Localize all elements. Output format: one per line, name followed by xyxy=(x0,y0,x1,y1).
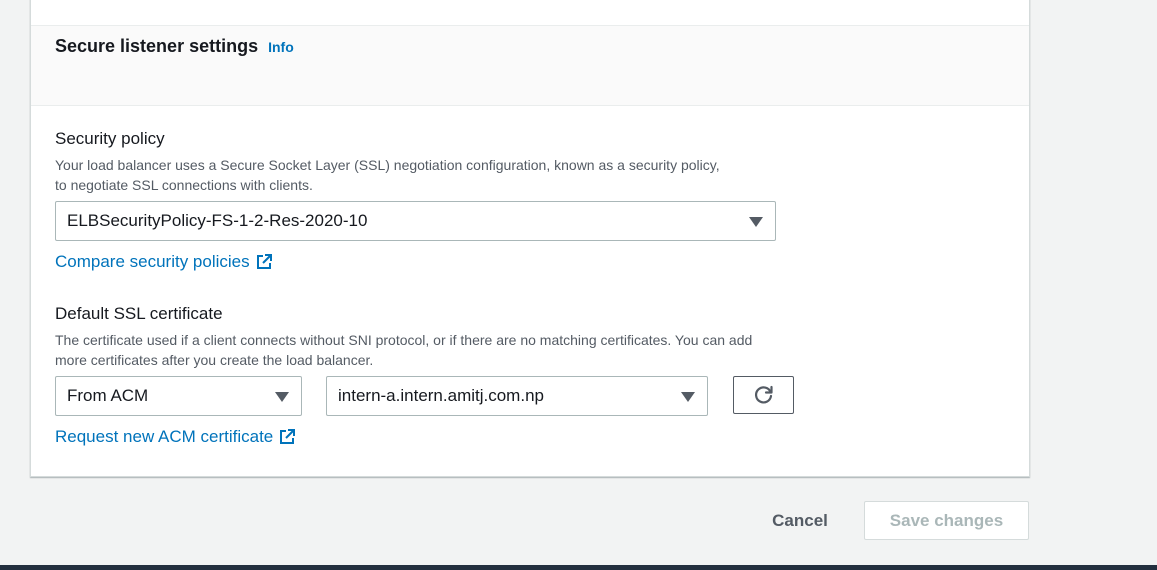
caret-down-icon xyxy=(275,392,289,402)
certificate-value: intern-a.intern.amitj.com.np xyxy=(338,386,544,405)
security-policy-select[interactable]: ELBSecurityPolicy-FS-1-2-Res-2020-10 xyxy=(55,201,776,241)
certificate-source-select[interactable]: From ACM xyxy=(55,376,302,416)
cancel-button[interactable]: Cancel xyxy=(760,502,840,540)
request-acm-certificate-link[interactable]: Request new ACM certificate xyxy=(55,427,296,447)
default-ssl-certificate-description-1: The certificate used if a client connect… xyxy=(55,332,753,348)
caret-down-icon xyxy=(749,217,763,227)
default-ssl-certificate-label: Default SSL certificate xyxy=(55,304,223,323)
security-policy-description-2: to negotiate SSL connections with client… xyxy=(55,177,313,193)
external-link-icon xyxy=(256,254,272,269)
caret-down-icon xyxy=(681,392,695,402)
security-policy-description-1: Your load balancer uses a Secure Socket … xyxy=(55,157,720,173)
section-title: Secure listener settings xyxy=(55,36,259,56)
section-heading: Secure listener settings Info xyxy=(55,36,294,57)
bottom-bar xyxy=(0,565,1157,570)
security-policy-value: ELBSecurityPolicy-FS-1-2-Res-2020-10 xyxy=(67,211,368,230)
panel-top-strip xyxy=(31,0,1029,26)
info-link[interactable]: Info xyxy=(268,39,294,55)
request-acm-certificate-text: Request new ACM certificate xyxy=(55,427,274,446)
certificate-select[interactable]: intern-a.intern.amitj.com.np xyxy=(326,376,708,416)
default-ssl-certificate-description-2: more certificates after you create the l… xyxy=(55,352,374,368)
compare-security-policies-text: Compare security policies xyxy=(55,252,250,271)
security-policy-label: Security policy xyxy=(55,129,165,148)
external-link-icon xyxy=(280,429,296,444)
secure-listener-panel: Secure listener settings Info Security p… xyxy=(30,0,1030,477)
compare-security-policies-link[interactable]: Compare security policies xyxy=(55,252,273,272)
refresh-certificates-button[interactable] xyxy=(733,376,794,414)
refresh-icon xyxy=(754,385,773,404)
save-changes-button[interactable]: Save changes xyxy=(864,501,1029,540)
certificate-source-value: From ACM xyxy=(67,386,149,405)
